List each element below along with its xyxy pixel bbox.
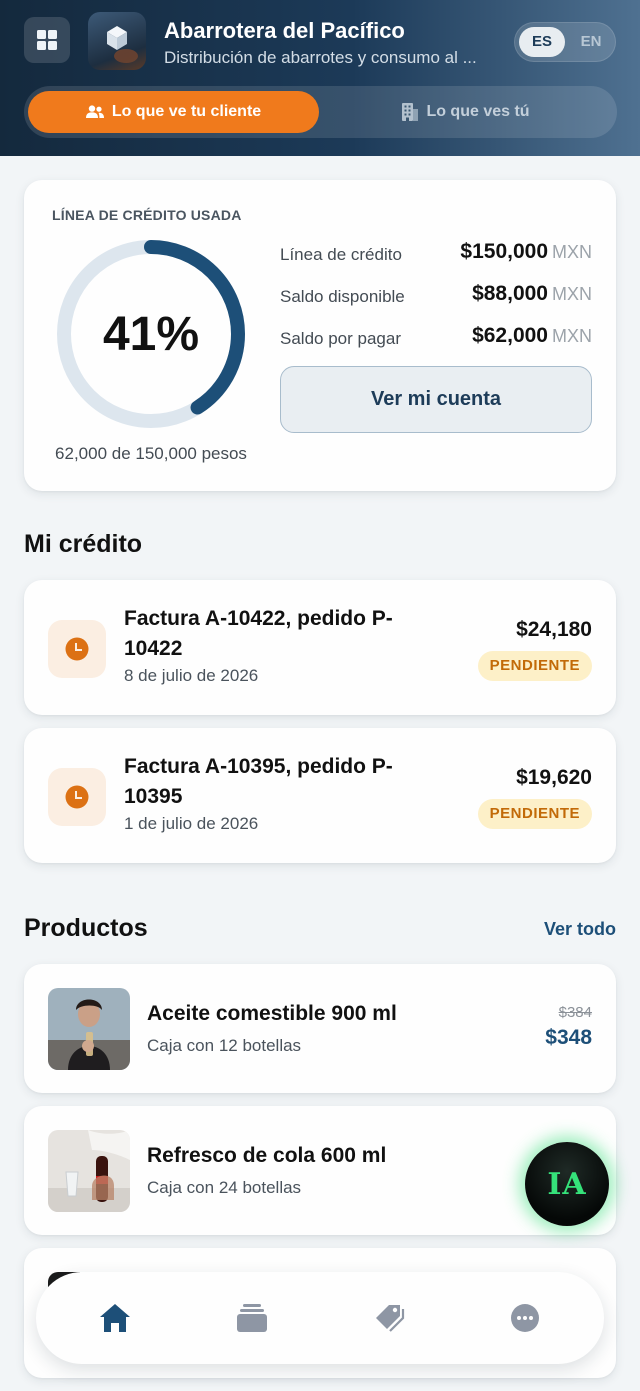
invoice-date: 8 de julio de 2026 [124, 666, 259, 685]
balance-due-label: Saldo por pagar [280, 329, 401, 348]
app-header: Abarrotera del Pacífico Distribución de … [0, 0, 640, 156]
see-all-products-link[interactable]: Ver todo [544, 919, 616, 940]
balance-due-amount: $62,000 MXN [472, 324, 592, 347]
credit-usage-caption: 62,000 de 150,000 pesos [55, 444, 247, 463]
balance-due-row: Saldo por pagar $62,000 MXN [280, 324, 592, 354]
available-balance-row: Saldo disponible $88,000 MXN [280, 282, 592, 312]
ai-assistant-button[interactable]: IA [525, 1142, 609, 1226]
nav-orders[interactable] [230, 1296, 274, 1340]
invoice-card[interactable]: Factura A-10395, pedido P-10395 1 de jul… [24, 728, 616, 863]
product-name: Refresco de cola 600 ml [147, 1144, 387, 1167]
product-description: Caja con 24 botellas [147, 1178, 302, 1197]
product-card[interactable]: Aceite comestible 900 ml Caja con 12 bot… [24, 964, 616, 1093]
product-price: $348 [545, 1026, 592, 1049]
credit-line-label: LÍNEA DE CRÉDITO USADA [52, 207, 242, 223]
available-balance-label: Saldo disponible [280, 287, 405, 306]
invoice-amount: $24,180 [516, 618, 592, 641]
credit-line-amount: $150,000 MXN [460, 240, 592, 263]
product-name: Aceite comestible 900 ml [147, 1002, 397, 1025]
home-icon [100, 1304, 130, 1332]
products-title: Productos [24, 914, 148, 942]
apps-menu-button[interactable] [24, 17, 70, 63]
brand-logo [88, 12, 146, 70]
invoice-card[interactable]: Factura A-10422, pedido P-10422 8 de jul… [24, 580, 616, 715]
view-switch: Lo que ve tu cliente Lo que ves tú [24, 86, 617, 138]
status-badge: PENDIENTE [477, 799, 592, 829]
credit-line-row-label: Línea de crédito [280, 245, 402, 264]
product-image [48, 988, 130, 1070]
brand-title: Abarrotera del Pacífico [164, 18, 405, 43]
lang-en-button[interactable]: EN [569, 27, 613, 57]
tab-client-view[interactable]: Lo que ve tu cliente [28, 91, 319, 133]
tab-client-label: Lo que ve tu cliente [111, 103, 262, 120]
nav-home[interactable] [93, 1296, 137, 1340]
tab-owner-view[interactable]: Lo que ves tú [320, 91, 612, 133]
credit-line-card: LÍNEA DE CRÉDITO USADA 41% 62,000 de 150… [24, 180, 616, 491]
lang-es-button[interactable]: ES [519, 27, 565, 57]
view-account-button[interactable]: Ver mi cuenta [280, 366, 592, 433]
available-balance-amount: $88,000 MXN [472, 282, 592, 305]
clock-icon [48, 768, 106, 826]
ai-assistant-label: IA [547, 1166, 587, 1202]
users-icon [85, 105, 104, 118]
credit-usage-percent: 41% [102, 308, 200, 361]
invoice-title: Factura A-10422, pedido P-10422 [124, 607, 393, 660]
product-image [48, 1130, 130, 1212]
product-old-price: $384 [558, 1004, 592, 1021]
tab-owner-label: Lo que ves tú [426, 103, 530, 120]
brand-subtitle: Distribución de abarrotes y consumo al .… [164, 48, 477, 67]
bottom-navigation [36, 1272, 604, 1364]
nav-offers[interactable] [367, 1296, 411, 1340]
tag-icon [376, 1305, 405, 1332]
product-description: Caja con 12 botellas [147, 1036, 302, 1055]
language-toggle: ES EN [514, 22, 616, 62]
credit-line-row: Línea de crédito $150,000 MXN [280, 240, 592, 270]
invoice-date: 1 de julio de 2026 [124, 814, 259, 833]
my-credit-title: Mi crédito [24, 530, 143, 558]
status-badge: PENDIENTE [477, 651, 592, 681]
nav-more[interactable] [503, 1296, 547, 1340]
invoice-amount: $19,620 [516, 766, 592, 789]
grid-icon [37, 30, 57, 50]
clock-icon [48, 620, 106, 678]
orders-icon [237, 1304, 267, 1332]
more-icon [511, 1304, 539, 1332]
building-icon [402, 103, 419, 121]
invoice-title: Factura A-10395, pedido P-10395 [124, 755, 393, 808]
